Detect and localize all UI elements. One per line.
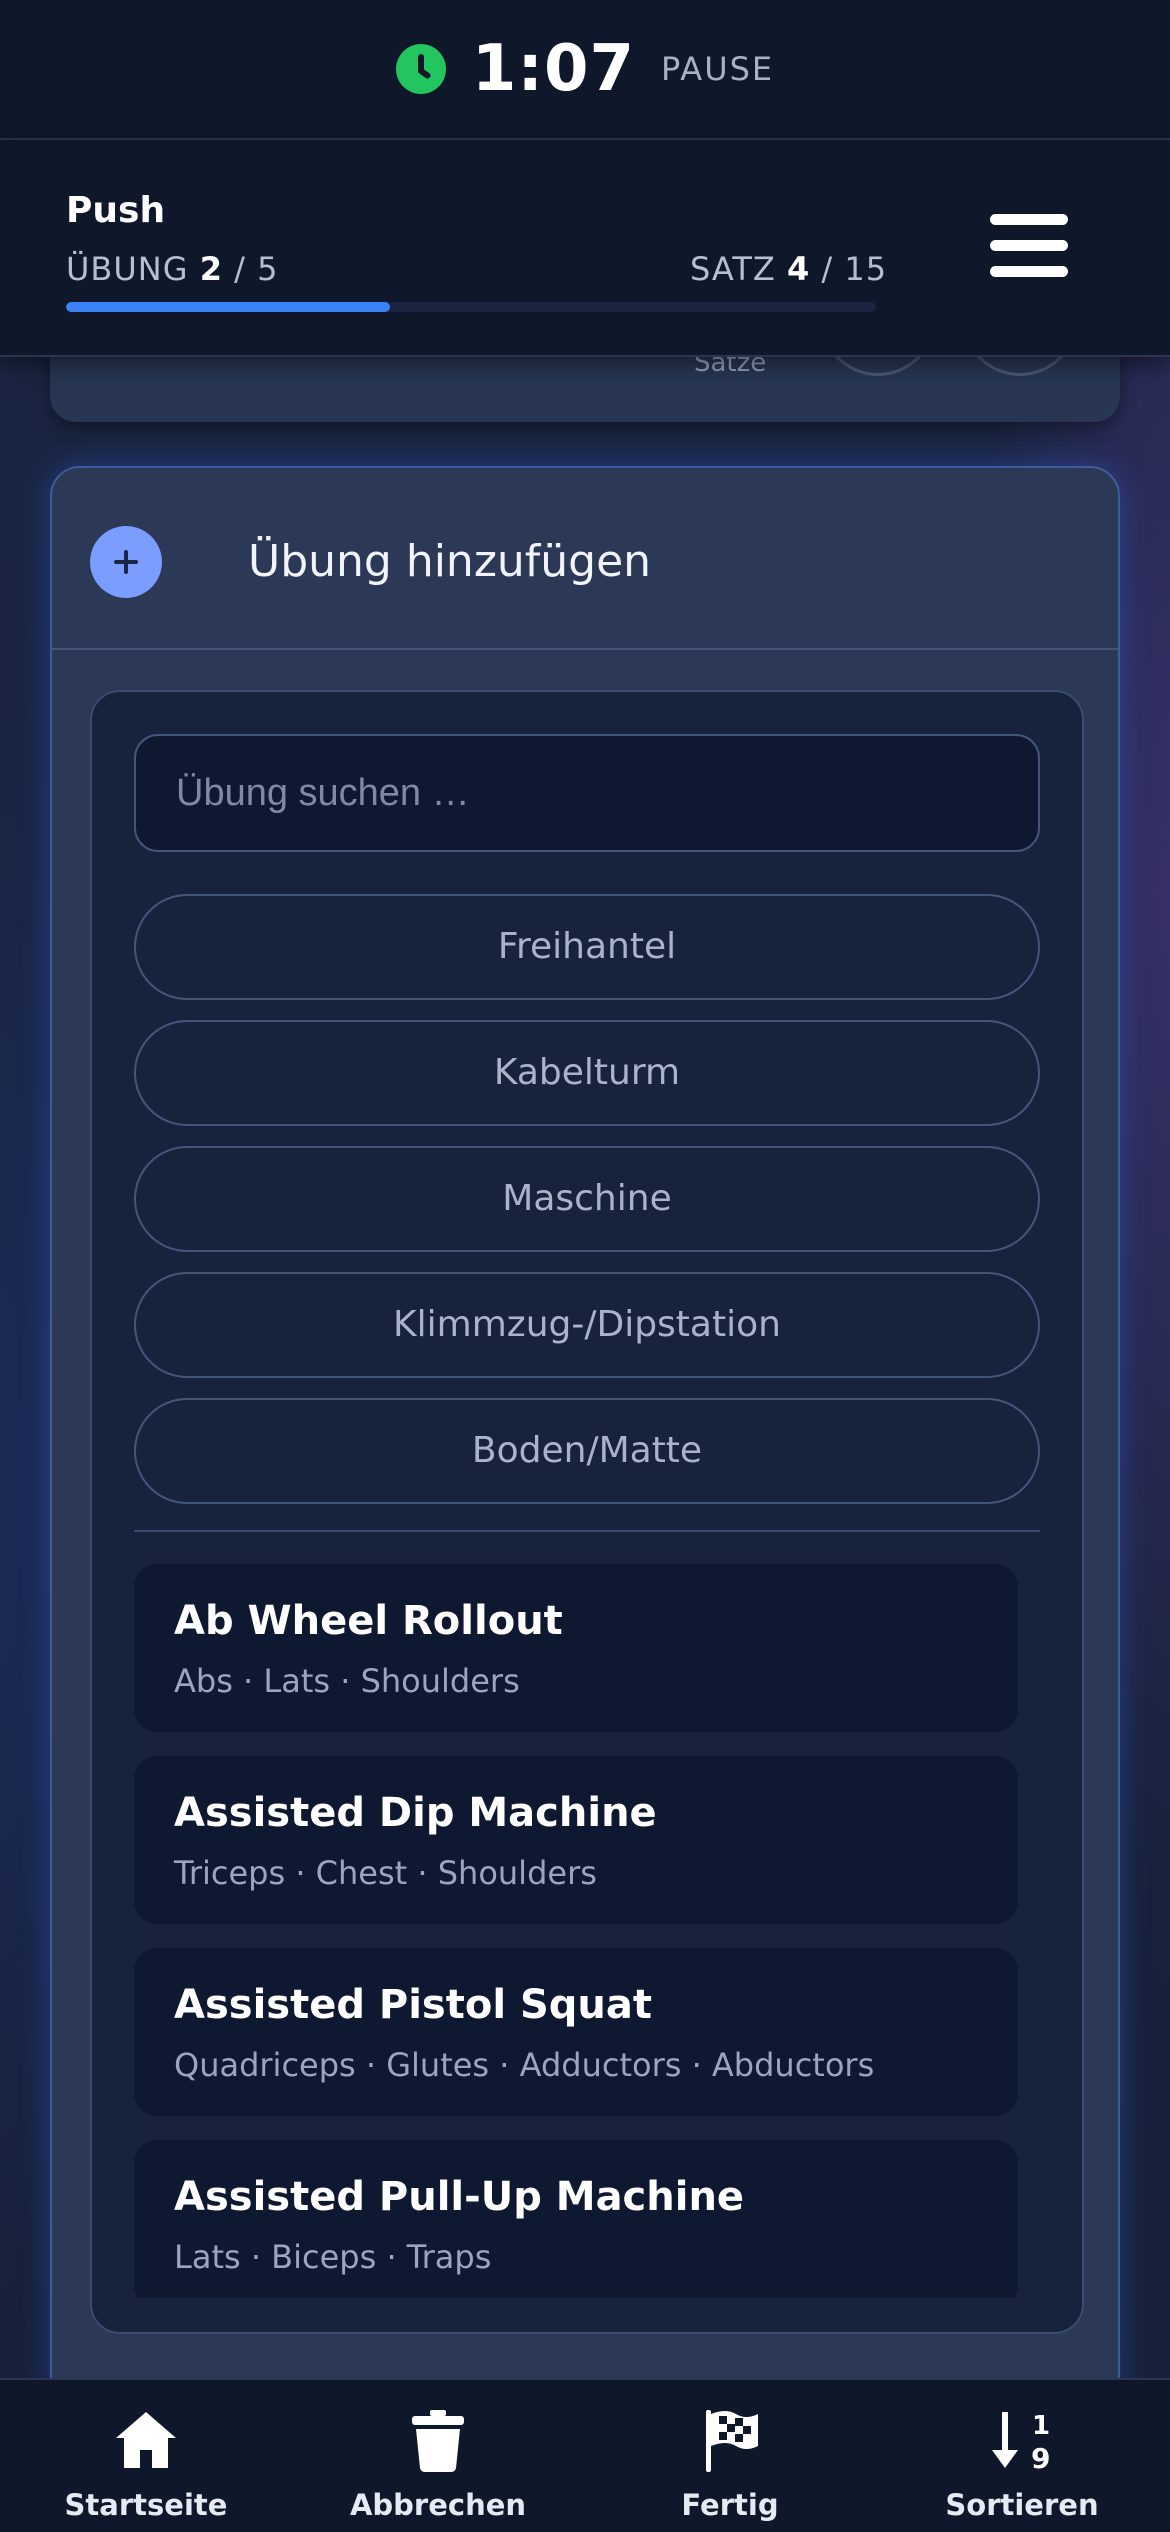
exercise-progress: ÜBUNG 2 / 5 <box>66 250 278 288</box>
add-exercise-card: Übung hinzufügen Freihantel Kabelturm Ma… <box>50 466 1120 2532</box>
workout-name: Push <box>66 190 166 231</box>
exercise-list: Ab Wheel Rollout Abs · Lats · Shoulders … <box>134 1564 1018 2298</box>
set-total: / 15 <box>821 250 888 288</box>
exercise-label: ÜBUNG <box>66 250 189 288</box>
exercise-muscles: Abs · Lats · Shoulders <box>174 1662 520 1700</box>
home-icon <box>116 2412 176 2468</box>
nav-sortieren[interactable]: 1 9 Sortieren <box>876 2380 1168 2532</box>
clock-icon <box>395 44 446 94</box>
hamburger-menu-icon[interactable] <box>988 210 1070 282</box>
bottom-nav: Startseite Abbrechen Fertig 1 9 Sortiere… <box>0 2378 1170 2532</box>
exercise-muscles: Lats · Biceps · Traps <box>174 2238 492 2276</box>
list-item[interactable]: Assisted Pull-Up Machine Lats · Biceps ·… <box>134 2140 1018 2298</box>
exercise-name: Assisted Pull-Up Machine <box>174 2174 745 2220</box>
exercise-name: Ab Wheel Rollout <box>174 1598 563 1644</box>
workout-progress-fill <box>66 302 390 312</box>
filter-klimmzug-dipstation[interactable]: Klimmzug-/Dipstation <box>134 1272 1040 1378</box>
plus-icon[interactable] <box>90 526 162 598</box>
filter-kabelturm[interactable]: Kabelturm <box>134 1020 1040 1126</box>
set-progress: SATZ 4 / 15 <box>690 250 887 288</box>
svg-text:1: 1 <box>1032 2411 1050 2441</box>
pause-label: PAUSE <box>661 50 775 88</box>
list-item[interactable]: Assisted Pistol Squat Quadriceps · Glute… <box>134 1948 1018 2116</box>
filter-boden-matte[interactable]: Boden/Matte <box>134 1398 1040 1504</box>
nav-fertig[interactable]: Fertig <box>584 2380 876 2532</box>
rest-timer-bar[interactable]: 1:07 PAUSE <box>0 0 1170 140</box>
filter-maschine[interactable]: Maschine <box>134 1146 1040 1252</box>
checkered-flag-icon <box>706 2410 758 2472</box>
list-item[interactable]: Assisted Dip Machine Triceps · Chest · S… <box>134 1756 1018 1924</box>
nav-label: Fertig <box>681 2488 779 2522</box>
nav-label: Abbrechen <box>349 2488 527 2522</box>
exercise-name: Assisted Dip Machine <box>174 1790 657 1836</box>
nav-startseite[interactable]: Startseite <box>0 2380 292 2532</box>
workout-header: Push ÜBUNG 2 / 5 SATZ 4 / 15 <box>0 140 1170 357</box>
exercise-muscles: Quadriceps · Glutes · Adductors · Abduct… <box>174 2046 875 2084</box>
nav-label: Sortieren <box>945 2488 1099 2522</box>
add-exercise-title: Übung hinzufügen <box>248 536 652 587</box>
sort-numeric-icon: 1 9 <box>992 2411 1050 2474</box>
nav-label: Startseite <box>64 2488 228 2522</box>
workout-progress-bar <box>66 302 876 312</box>
exercise-current: 2 <box>199 250 223 288</box>
rest-timer-value: 1:07 <box>471 32 636 106</box>
set-label: SATZ <box>690 250 776 288</box>
list-item[interactable]: Ab Wheel Rollout Abs · Lats · Shoulders <box>134 1564 1018 1732</box>
exercise-muscles: Triceps · Chest · Shoulders <box>174 1854 597 1892</box>
divider <box>134 1530 1040 1532</box>
exercise-total: / 5 <box>234 250 279 288</box>
exercise-search-input[interactable] <box>134 734 1040 852</box>
exercise-name: Assisted Pistol Squat <box>174 1982 653 2028</box>
set-current: 4 <box>786 250 811 288</box>
nav-abbrechen[interactable]: Abbrechen <box>292 2380 584 2532</box>
add-exercise-header[interactable]: Übung hinzufügen <box>52 468 1118 650</box>
exercise-picker-panel: Freihantel Kabelturm Maschine Klimmzug-/… <box>90 690 1084 2334</box>
trash-icon <box>412 2410 464 2472</box>
filter-freihantel[interactable]: Freihantel <box>134 894 1040 1000</box>
svg-text:9: 9 <box>1031 2442 1050 2474</box>
